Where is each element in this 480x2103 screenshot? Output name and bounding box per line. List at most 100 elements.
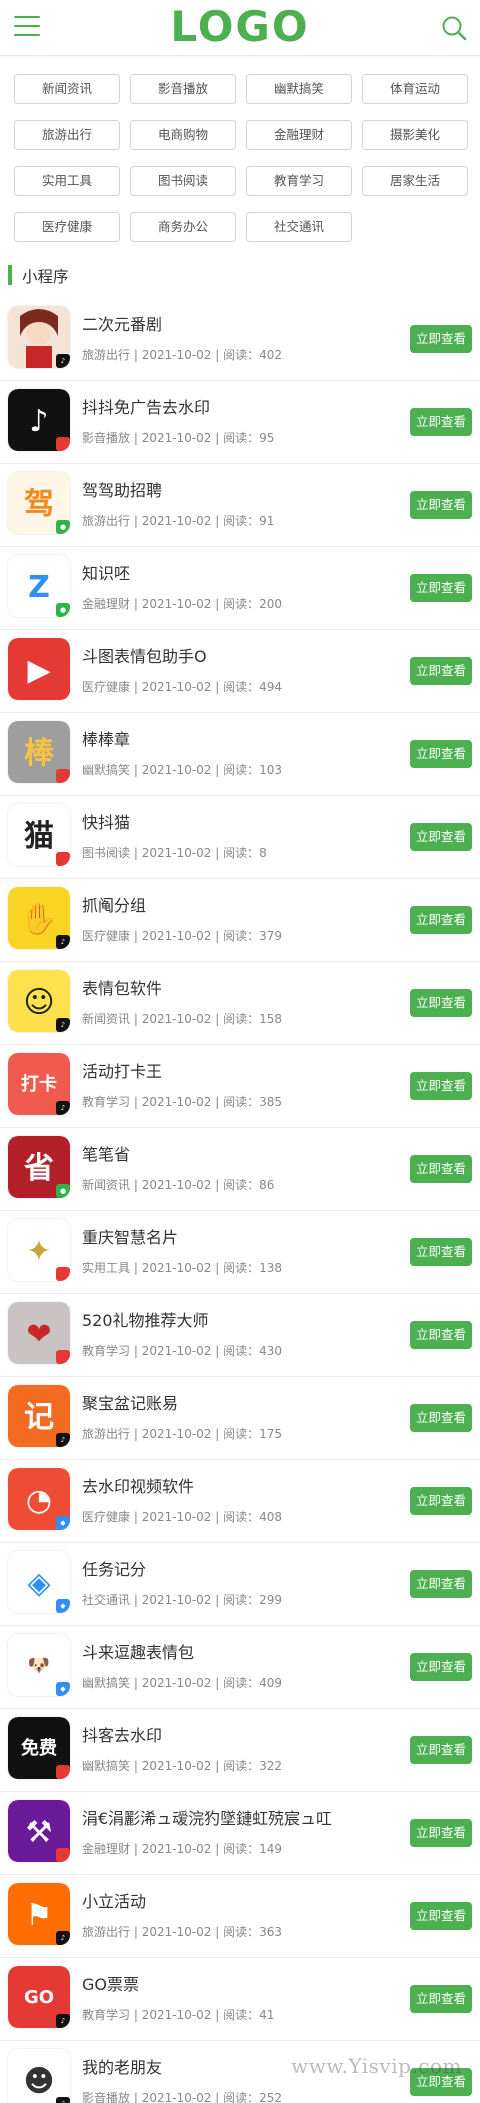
list-item[interactable]: ▶ 斗图表情包助手O 医疗健康 | 2021-10-02 | 阅读：494 立即查看 bbox=[0, 630, 480, 713]
item-meta: 旅游出行 | 2021-10-02 | 阅读：175 bbox=[82, 1425, 282, 1442]
red-badge-icon bbox=[56, 437, 70, 451]
item-title[interactable]: 抓阄分组 bbox=[82, 892, 146, 916]
item-title[interactable]: 笔笔省 bbox=[82, 1141, 130, 1165]
item-title[interactable]: 小立活动 bbox=[82, 1888, 146, 1912]
list-item[interactable]: ☺ ♪ 表情包软件 新闻资讯 | 2021-10-02 | 阅读：158 立即查看 bbox=[0, 962, 480, 1045]
open-button[interactable]: 立即查看 bbox=[410, 325, 472, 353]
medal-icon: 棒 bbox=[8, 721, 70, 783]
item-title[interactable]: 知识呸 bbox=[82, 560, 130, 584]
list-item[interactable]: ✋ ♪ 抓阄分组 医疗健康 | 2021-10-02 | 阅读：379 立即查看 bbox=[0, 879, 480, 962]
open-button[interactable]: 立即查看 bbox=[410, 408, 472, 436]
open-button[interactable]: 立即查看 bbox=[410, 1902, 472, 1930]
item-title[interactable]: 抖客去水印 bbox=[82, 1722, 162, 1746]
category-button[interactable]: 影音播放 bbox=[130, 74, 236, 104]
list-item[interactable]: ◔ ◆ 去水印视频软件 医疗健康 | 2021-10-02 | 阅读：408 立即查看 bbox=[0, 1460, 480, 1543]
item-title[interactable]: 斗图表情包助手O bbox=[82, 643, 207, 667]
category-button[interactable]: 居家生活 bbox=[362, 166, 468, 196]
item-title[interactable]: 斗来逗趣表情包 bbox=[82, 1639, 194, 1663]
item-reads: 149 bbox=[259, 1842, 283, 1856]
open-button[interactable]: 立即查看 bbox=[410, 823, 472, 851]
open-button[interactable]: 立即查看 bbox=[410, 1238, 472, 1266]
meta-separator: | bbox=[211, 2008, 224, 2022]
list-item[interactable]: ❤ 520礼物推荐大师 教育学习 | 2021-10-02 | 阅读：430 立即查看 bbox=[0, 1294, 480, 1377]
open-button[interactable]: 立即查看 bbox=[410, 657, 472, 685]
item-title[interactable]: 棒棒章 bbox=[82, 726, 130, 750]
blue-badge-icon: ◆ bbox=[56, 1516, 70, 1530]
open-button[interactable]: 立即查看 bbox=[410, 1653, 472, 1681]
item-reads: 385 bbox=[259, 1095, 283, 1109]
item-title[interactable]: 我的老朋友 bbox=[82, 2054, 162, 2078]
open-button[interactable]: 立即查看 bbox=[410, 574, 472, 602]
list-item[interactable]: 棒 棒棒章 幽默搞笑 | 2021-10-02 | 阅读：103 立即查看 bbox=[0, 713, 480, 796]
item-title[interactable]: 去水印视频软件 bbox=[82, 1473, 194, 1497]
list-item[interactable]: ♪ 抖抖免广告去水印 影音播放 | 2021-10-02 | 阅读：95 立即查看 bbox=[0, 381, 480, 464]
category-button[interactable]: 实用工具 bbox=[14, 166, 120, 196]
open-button[interactable]: 立即查看 bbox=[410, 906, 472, 934]
item-title[interactable]: 快抖猫 bbox=[82, 809, 130, 833]
list-item[interactable]: ⚒ 涓€涓彲浠ュ叆浣犳墜鏈虹殑宸ュ叿 金融理财 | 2021-10-02 | 阅读：… bbox=[0, 1792, 480, 1875]
open-button[interactable]: 立即查看 bbox=[410, 1570, 472, 1598]
category-button[interactable]: 社交通讯 bbox=[246, 212, 352, 242]
item-title[interactable]: 聚宝盆记账易 bbox=[82, 1390, 178, 1414]
category-button[interactable]: 商务办公 bbox=[130, 212, 236, 242]
category-button[interactable]: 摄影美化 bbox=[362, 120, 468, 150]
list-item[interactable]: ♪ 二次元番剧 旅游出行 | 2021-10-02 | 阅读：402 立即查看 bbox=[0, 298, 480, 381]
item-title[interactable]: 重庆智慧名片 bbox=[82, 1224, 178, 1248]
wechat-badge-icon: ● bbox=[56, 603, 70, 617]
list-item[interactable]: 驾 ● 驾驾助招聘 旅游出行 | 2021-10-02 | 阅读：91 立即查看 bbox=[0, 464, 480, 547]
item-date: 2021-10-02 bbox=[141, 1427, 212, 1441]
open-button[interactable]: 立即查看 bbox=[410, 1072, 472, 1100]
category-button[interactable]: 教育学习 bbox=[246, 166, 352, 196]
meta-separator: | bbox=[211, 1178, 224, 1192]
list-item[interactable]: 记 ♪ 聚宝盆记账易 旅游出行 | 2021-10-02 | 阅读：175 立即查看 bbox=[0, 1377, 480, 1460]
category-button[interactable]: 医疗健康 bbox=[14, 212, 120, 242]
list-item[interactable]: ⚑ ♪ 小立活动 旅游出行 | 2021-10-02 | 阅读：363 立即查看 bbox=[0, 1875, 480, 1958]
open-button[interactable]: 立即查看 bbox=[410, 1736, 472, 1764]
site-logo[interactable]: LOGO bbox=[0, 2, 480, 51]
item-title[interactable]: 涓€涓彲浠ュ叆浣犳墜鏈虹殑宸ュ叿 bbox=[82, 1805, 332, 1829]
open-button[interactable]: 立即查看 bbox=[410, 491, 472, 519]
list-item[interactable]: 猫 快抖猫 图书阅读 | 2021-10-02 | 阅读：8 立即查看 bbox=[0, 796, 480, 879]
item-title[interactable]: 抖抖免广告去水印 bbox=[82, 394, 210, 418]
list-item[interactable]: 免费 抖客去水印 幽默搞笑 | 2021-10-02 | 阅读：322 立即查看 bbox=[0, 1709, 480, 1792]
item-title[interactable]: 520礼物推荐大师 bbox=[82, 1307, 209, 1331]
open-button[interactable]: 立即查看 bbox=[410, 1321, 472, 1349]
red-badge-icon bbox=[56, 1267, 70, 1281]
item-date: 2021-10-02 bbox=[141, 514, 212, 528]
category-button[interactable]: 图书阅读 bbox=[130, 166, 236, 196]
list-item[interactable]: GO ♪ GO票票 教育学习 | 2021-10-02 | 阅读：41 立即查看 bbox=[0, 1958, 480, 2041]
item-title[interactable]: 驾驾助招聘 bbox=[82, 477, 162, 501]
category-button[interactable]: 新闻资讯 bbox=[14, 74, 120, 104]
category-button[interactable]: 体育运动 bbox=[362, 74, 468, 104]
open-button[interactable]: 立即查看 bbox=[410, 1487, 472, 1515]
category-button[interactable]: 电商购物 bbox=[130, 120, 236, 150]
item-category: 新闻资讯 bbox=[82, 1012, 131, 1026]
open-button[interactable]: 立即查看 bbox=[410, 1985, 472, 2013]
meta-separator: | bbox=[130, 680, 142, 694]
open-button[interactable]: 立即查看 bbox=[410, 1155, 472, 1183]
item-title[interactable]: 活动打卡王 bbox=[82, 1058, 162, 1082]
list-item[interactable]: 省 ● 笔笔省 新闻资讯 | 2021-10-02 | 阅读：86 立即查看 bbox=[0, 1128, 480, 1211]
list-item[interactable]: 🐶 ◆ 斗来逗趣表情包 幽默搞笑 | 2021-10-02 | 阅读：409 立即查看 bbox=[0, 1626, 480, 1709]
item-title[interactable]: 表情包软件 bbox=[82, 975, 162, 999]
list-item[interactable]: 打卡 ♪ 活动打卡王 教育学习 | 2021-10-02 | 阅读：385 立即查看 bbox=[0, 1045, 480, 1128]
open-button[interactable]: 立即查看 bbox=[410, 989, 472, 1017]
item-title[interactable]: GO票票 bbox=[82, 1971, 139, 1995]
open-button[interactable]: 立即查看 bbox=[410, 1404, 472, 1432]
open-button[interactable]: 立即查看 bbox=[410, 740, 472, 768]
meta-separator: | bbox=[211, 1344, 224, 1358]
meta-separator: | bbox=[211, 1261, 224, 1275]
reads-label: 阅读： bbox=[223, 1178, 260, 1192]
search-icon[interactable] bbox=[440, 14, 468, 42]
list-item[interactable]: ◈ ◆ 任务记分 社交通讯 | 2021-10-02 | 阅读：299 立即查看 bbox=[0, 1543, 480, 1626]
list-item[interactable]: Z ● 知识呸 金融理财 | 2021-10-02 | 阅读：200 立即查看 bbox=[0, 547, 480, 630]
list-item[interactable]: ✦ 重庆智慧名片 实用工具 | 2021-10-02 | 阅读：138 立即查看 bbox=[0, 1211, 480, 1294]
category-button[interactable]: 金融理财 bbox=[246, 120, 352, 150]
item-title[interactable]: 二次元番剧 bbox=[82, 311, 162, 335]
meta-separator: | bbox=[130, 431, 142, 445]
open-button[interactable]: 立即查看 bbox=[410, 1819, 472, 1847]
category-button[interactable]: 旅游出行 bbox=[14, 120, 120, 150]
item-category: 旅游出行 bbox=[82, 1427, 131, 1441]
category-button[interactable]: 幽默搞笑 bbox=[246, 74, 352, 104]
item-title[interactable]: 任务记分 bbox=[82, 1556, 146, 1580]
